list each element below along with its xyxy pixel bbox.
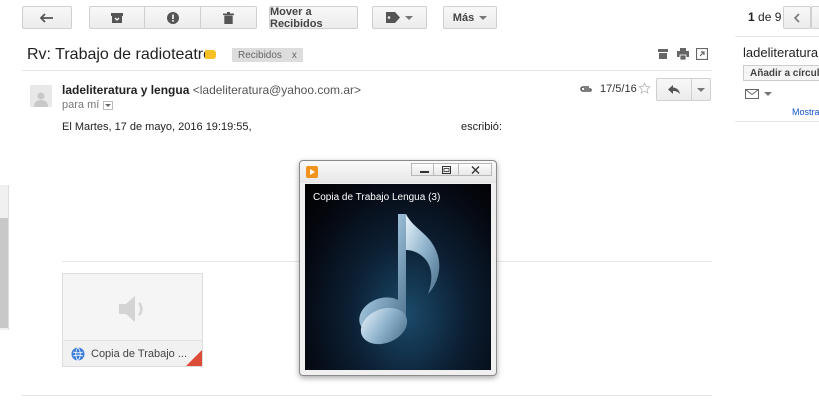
more-dropdown-button[interactable]: Más [443,6,497,29]
chevron-down-icon[interactable] [764,92,772,96]
chevron-down-icon [479,15,488,20]
arrow-left-icon [40,12,53,23]
label-chip-text: Recibidos [238,49,282,61]
print-icon[interactable] [677,48,689,60]
trash-icon [222,11,234,24]
move-to-inbox-button[interactable]: Mover a Recibidos [269,5,358,30]
music-note-icon [359,214,440,345]
reply-button[interactable] [657,79,693,100]
move-to-inbox-label: Mover a Recibidos [270,5,323,30]
attachment-footer: Copia de Trabajo ... [63,340,202,366]
recipient-line: para mí [62,99,114,111]
add-to-circles-button[interactable]: Añadir a círculos [743,65,819,81]
close-icon [471,165,479,174]
recipient-label: para mí [62,99,100,111]
report-spam-button[interactable] [145,7,201,28]
exclamation-circle-icon [166,11,179,24]
action-button-group [89,6,257,29]
important-marker-icon[interactable] [205,50,216,59]
archive-button[interactable] [90,7,146,28]
chevron-down-icon [697,87,706,92]
chevron-down-icon [405,15,413,20]
restore-button[interactable] [433,163,459,176]
quote-header-prefix: El Martes, 17 de mayo, 2016 19:19:55, [62,121,252,133]
star-icon[interactable] [638,82,651,95]
media-player-app-icon [306,166,318,178]
reply-options-button[interactable] [692,79,710,100]
email-envelope-icon[interactable] [745,89,759,99]
sender-email: <ladeliteratura@yahoo.com.ar> [192,83,362,97]
header-divider [22,70,712,71]
attachment-type-corner [186,350,202,366]
attachment-filename: Copia de Trabajo ... [91,347,188,360]
media-player-visualization: Copia de Trabajo Lengua (3) [305,184,491,370]
pagination-indicator: 1 de 9 [748,10,781,24]
right-panel-divider [735,121,819,122]
paperclip-icon [580,86,592,92]
show-more-link[interactable]: Mostrar [792,107,819,117]
delete-button[interactable] [201,7,256,28]
restore-icon [441,165,451,174]
tag-icon [386,12,400,23]
pagination-of: de [758,10,772,24]
left-scroll-thumb[interactable] [0,218,9,328]
email-date: 17/5/16 [600,83,637,95]
reply-arrow-icon [668,85,681,94]
browser-globe-icon [71,346,85,361]
show-details-button[interactable] [103,100,114,110]
back-button[interactable] [22,6,72,29]
chevron-left-icon [793,12,800,23]
new-window-icon[interactable] [696,48,708,60]
quote-header-suffix: escribió: [461,121,502,133]
media-player-window[interactable]: Copia de Trabajo Lengua (3) [299,160,497,376]
labels-dropdown-button[interactable] [372,6,427,29]
speaker-icon [119,296,143,322]
reply-button-group [656,78,711,101]
chevron-down-icon [105,103,112,107]
right-panel-top-border [735,36,819,37]
previous-page-button[interactable] [783,6,811,29]
media-player-track-title: Copia de Trabajo Lengua (3) [313,192,441,203]
attachment-card[interactable]: Copia de Trabajo ... [62,273,203,367]
remove-label-button[interactable]: x [292,50,297,61]
next-page-button[interactable] [811,6,819,29]
email-subject: Rv: Trabajo de radioteatro [27,46,212,63]
pagination-total: 9 [774,10,782,24]
sender-line: ladeliteratura y lengua <ladeliteratura@… [62,83,361,97]
sender-avatar [30,85,52,107]
minimize-icon [419,170,429,173]
more-label: Más [452,11,475,24]
label-chip-inbox: Recibidos x [232,48,303,62]
archive-icon [111,12,124,23]
sender-name[interactable]: ladeliteratura y lengua [62,83,189,97]
message-bottom-divider [22,395,712,396]
close-button[interactable] [458,163,492,176]
person-icon [34,92,48,107]
contact-name: ladeliteratura [743,45,819,60]
pagination-current: 1 [748,10,755,24]
expand-all-icon[interactable] [657,48,669,60]
